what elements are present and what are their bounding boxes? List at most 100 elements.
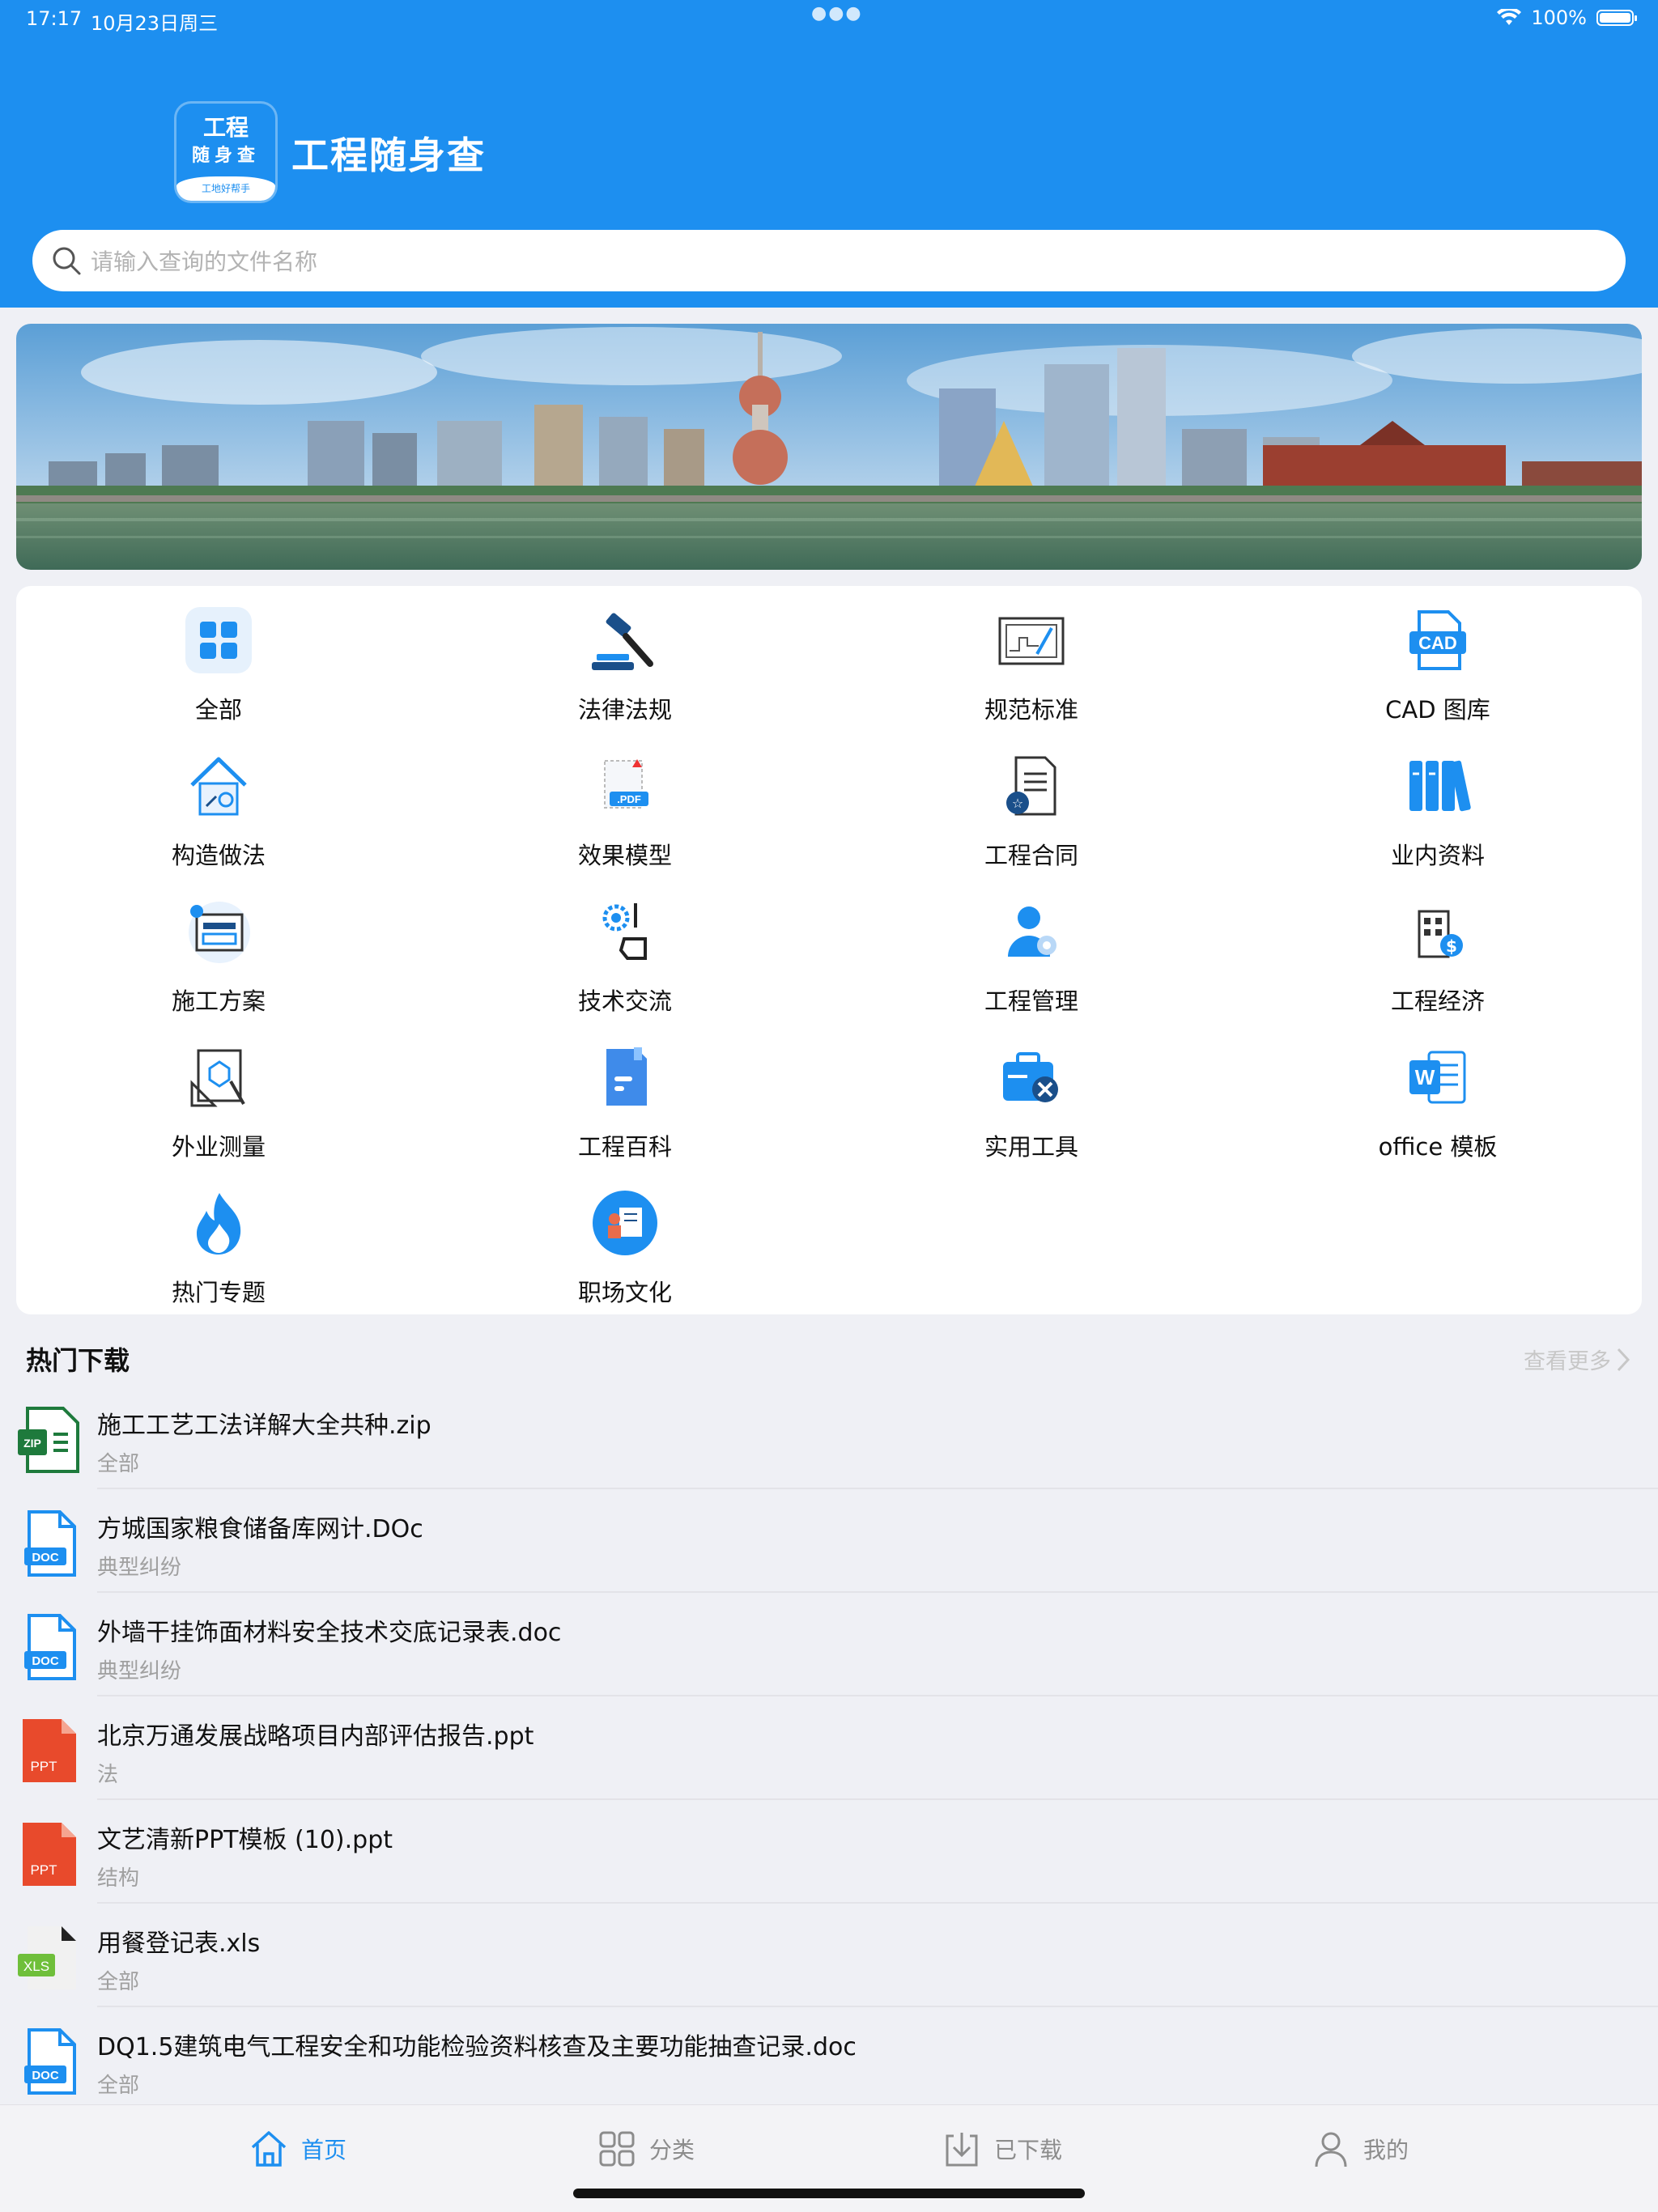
building-dollar-icon: $ <box>1418 910 1463 958</box>
svg-text:PPT: PPT <box>30 1759 57 1774</box>
list-item[interactable]: PPT 文艺清新PPT模板 (10).ppt 结构 <box>0 1800 1658 1904</box>
tab-mine[interactable]: 我的 <box>1310 2128 1409 2170</box>
file-name: 方城国家粮食储备库网计.DOc <box>97 1515 423 1543</box>
toolbox-icon <box>1003 1052 1058 1102</box>
svg-text:DOC: DOC <box>32 2069 59 2083</box>
blueprint-icon <box>998 617 1065 665</box>
user-icon <box>1315 2132 1347 2167</box>
list-item[interactable]: ZIP 施工工艺工法详解大全共种.zip 全部 <box>0 1386 1658 1489</box>
svg-text:.PDF: .PDF <box>617 793 641 805</box>
multitask-dots-icon[interactable]: ●●● <box>811 3 863 23</box>
category-tools[interactable]: 实用工具 <box>959 1041 1104 1162</box>
file-name: 施工工艺工法详解大全共种.zip <box>97 1412 432 1440</box>
category-label: 外业测量 <box>171 1133 266 1161</box>
category-industry-docs[interactable]: 业内资料 <box>1365 749 1511 871</box>
file-category: 典型纠纷 <box>97 1556 182 1580</box>
category-cad[interactable]: CAD CAD 图库 <box>1365 604 1511 725</box>
workplace-icon <box>593 1191 657 1255</box>
zip-file-icon: ZIP <box>18 1407 79 1473</box>
svg-text:☆: ☆ <box>1012 796 1023 811</box>
file-category: 全部 <box>97 1970 140 1994</box>
category-label: 施工方案 <box>171 987 266 1015</box>
category-label: 构造做法 <box>171 842 266 869</box>
category-hot-topics[interactable]: 热门专题 <box>146 1187 291 1308</box>
category-encyclopedia[interactable]: 工程百科 <box>552 1041 698 1162</box>
category-office-templates[interactable]: W office 模板 <box>1365 1041 1511 1162</box>
category-label: 全部 <box>194 696 242 724</box>
list-item[interactable]: XLS 用餐登记表.xls 全部 <box>0 1904 1658 2007</box>
file-name: 文艺清新PPT模板 (10).ppt <box>97 1826 393 1854</box>
list-item[interactable]: DOC DQ1.5建筑电气工程安全和功能检验资料核查及主要功能抽查记录.doc … <box>0 2007 1658 2111</box>
category-economics[interactable]: $ 工程经济 <box>1365 895 1511 1017</box>
category-label: 业内资料 <box>1390 842 1485 869</box>
category-laws[interactable]: 法律法规 <box>552 604 698 725</box>
list-item[interactable]: PPT 北京万通发展战略项目内部评估报告.ppt 法 <box>0 1696 1658 1800</box>
svg-text:PPT: PPT <box>30 1862 57 1878</box>
wifi-icon <box>1497 9 1522 25</box>
status-time: 17:17 <box>26 7 83 30</box>
hot-downloads-list: ZIP 施工工艺工法详解大全共种.zip 全部 DOC 方城国家粮食储备库网计.… <box>0 1386 1658 2111</box>
category-label: office 模板 <box>1378 1133 1498 1161</box>
tab-category[interactable]: 分类 <box>596 2128 695 2170</box>
file-name: 北京万通发展战略项目内部评估报告.ppt <box>97 1722 534 1751</box>
category-icon <box>599 2131 635 2167</box>
category-label: 职场文化 <box>577 1279 672 1306</box>
house-icon <box>190 757 247 816</box>
doc-file-icon: DOC <box>24 2028 76 2095</box>
ppt-file-icon: PPT <box>23 1823 76 1886</box>
plan-icon <box>189 902 250 963</box>
svg-text:DOC: DOC <box>32 1551 59 1565</box>
list-item[interactable]: DOC 方城国家粮食储备库网计.DOc 典型纠纷 <box>0 1489 1658 1593</box>
svg-text:DOC: DOC <box>32 1654 59 1668</box>
category-grid: 全部 法律法规 规范标准 CAD CAD 图库 构造做法 .PDF 效果模型 ☆… <box>16 586 1642 1314</box>
category-contracts[interactable]: ☆ 工程合同 <box>959 749 1104 871</box>
category-models[interactable]: .PDF 效果模型 <box>552 749 698 871</box>
status-bar: 17:17 10月23日周三 ●●● 100% <box>0 0 1658 39</box>
search-input[interactable]: 请输入查询的文件名称 <box>32 230 1626 291</box>
word-icon: W <box>1409 1051 1466 1104</box>
hot-downloads-title: 热门下载 <box>26 1345 130 1376</box>
banner-carousel[interactable] <box>16 324 1642 570</box>
tab-downloaded[interactable]: 已下载 <box>941 2128 1062 2170</box>
category-workplace-culture[interactable]: 职场文化 <box>552 1187 698 1308</box>
search-placeholder: 请输入查询的文件名称 <box>91 248 318 275</box>
file-category: 全部 <box>97 2074 140 2098</box>
category-label: 规范标准 <box>984 696 1078 724</box>
category-tech-exchange[interactable]: 技术交流 <box>552 895 698 1017</box>
category-label: 实用工具 <box>984 1133 1078 1161</box>
category-all[interactable]: 全部 <box>146 604 291 725</box>
category-construction-plans[interactable]: 施工方案 <box>146 895 291 1017</box>
file-name: DQ1.5建筑电气工程安全和功能检验资料核查及主要功能抽查记录.doc <box>97 2033 857 2061</box>
battery-percent: 100% <box>1531 6 1587 29</box>
tab-label: 分类 <box>649 2137 695 2163</box>
app-logo: 工程 随身查 工地好帮手 <box>176 104 275 201</box>
home-indicator[interactable] <box>573 2189 1085 2198</box>
contract-icon: ☆ <box>1006 756 1056 816</box>
download-icon <box>946 2133 978 2167</box>
file-name: 外墙干挂饰面材料安全技术交底记录表.doc <box>97 1619 562 1647</box>
cad-icon: CAD <box>1409 610 1466 670</box>
file-name: 用餐登记表.xls <box>97 1930 261 1958</box>
category-management[interactable]: 工程管理 <box>959 895 1104 1017</box>
battery-icon <box>1596 10 1637 26</box>
file-category: 全部 <box>97 1452 140 1476</box>
category-label: CAD 图库 <box>1385 696 1490 724</box>
category-construction-methods[interactable]: 构造做法 <box>146 749 291 871</box>
svg-text:CAD: CAD <box>1418 633 1457 653</box>
encyclopedia-icon <box>606 1047 647 1106</box>
gavel-icon <box>592 613 653 670</box>
doc-file-icon: DOC <box>24 1510 76 1577</box>
svg-text:XLS: XLS <box>23 1959 49 1974</box>
list-item[interactable]: DOC 外墙干挂饰面材料安全技术交底记录表.doc 典型纠纷 <box>0 1593 1658 1696</box>
tab-home[interactable]: 首页 <box>248 2128 346 2170</box>
category-survey[interactable]: 外业测量 <box>146 1041 291 1162</box>
see-more-link[interactable]: 查看更多 <box>1524 1344 1630 1375</box>
app-title: 工程随身查 <box>291 134 486 177</box>
status-date: 10月23日周三 <box>91 12 219 35</box>
chevron-right-icon <box>1617 1348 1630 1371</box>
category-label: 法律法规 <box>577 696 672 724</box>
category-label: 工程经济 <box>1390 987 1485 1015</box>
category-label: 热门专题 <box>171 1279 266 1306</box>
category-standards[interactable]: 规范标准 <box>959 604 1104 725</box>
svg-text:ZIP: ZIP <box>23 1437 41 1450</box>
